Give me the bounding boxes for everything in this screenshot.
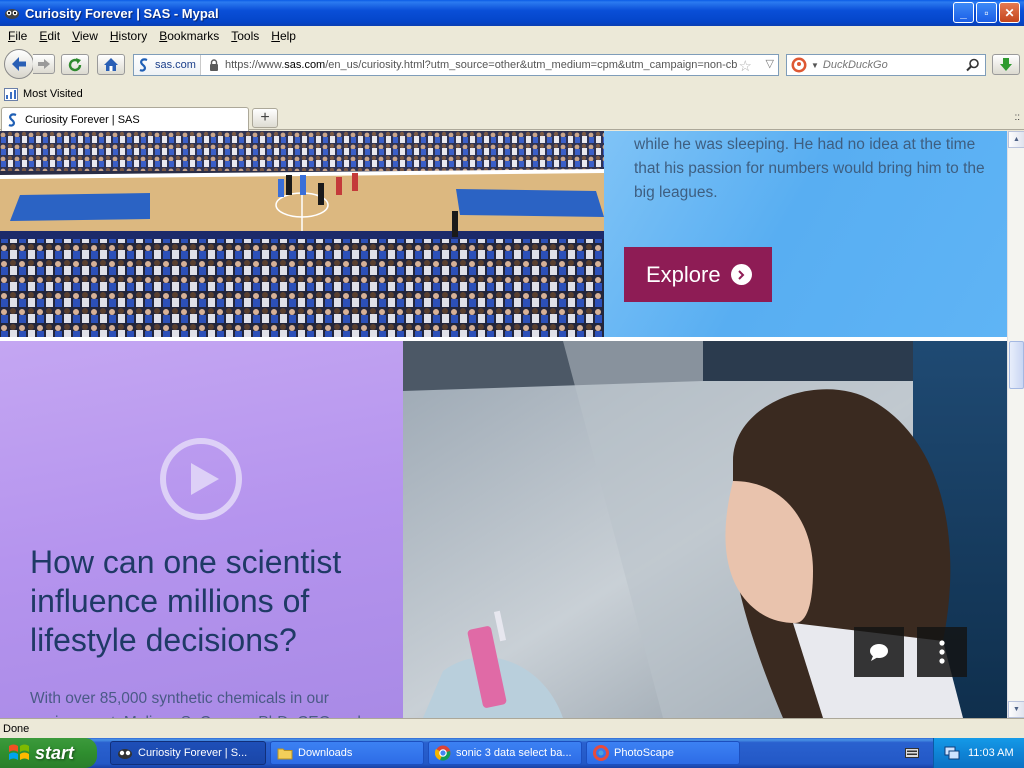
- tab-curiosity-forever[interactable]: Curiosity Forever | SAS: [1, 107, 249, 131]
- back-arrow-icon: [12, 57, 26, 71]
- forward-button[interactable]: [33, 54, 55, 74]
- photoscape-icon: [593, 745, 609, 761]
- minimize-button[interactable]: _: [953, 2, 974, 23]
- search-icon[interactable]: [966, 58, 980, 72]
- folder-icon: [277, 748, 293, 760]
- story-subtext: With over 85,000 synthetic chemicals in …: [30, 690, 361, 718]
- menu-edit[interactable]: Edit: [33, 29, 66, 43]
- search-bar[interactable]: ▼: [786, 54, 986, 76]
- arrow-right-circle-icon: [730, 264, 752, 285]
- more-vertical-icon: [939, 640, 945, 664]
- status-bar: Done: [0, 718, 1024, 738]
- most-visited-label: Most Visited: [23, 88, 83, 100]
- explore-button[interactable]: Explore: [624, 247, 772, 302]
- search-engine-dropdown-icon[interactable]: ▼: [811, 61, 819, 70]
- reload-button[interactable]: [61, 54, 89, 75]
- menu-view[interactable]: View: [66, 29, 104, 43]
- start-label: start: [35, 742, 75, 763]
- story-panel: while he was sleeping. He had no idea at…: [604, 131, 1007, 337]
- new-tab-button[interactable]: +: [252, 108, 278, 128]
- taskbar-item-photoscape[interactable]: PhotoScape: [586, 741, 740, 765]
- status-text: Done: [3, 722, 30, 735]
- play-video-icon[interactable]: [159, 437, 243, 521]
- bookmark-star-icon[interactable]: ☆: [739, 57, 752, 75]
- navigation-toolbar: sas.com https://www.sas.com/en_us/curios…: [0, 46, 1024, 82]
- back-button[interactable]: [4, 49, 34, 79]
- menu-bar: File Edit View History Bookmarks Tools H…: [0, 26, 1024, 46]
- windows-logo-icon: [9, 744, 29, 760]
- bookmarks-toolbar: Most Visited: [0, 84, 1024, 104]
- page-content: while he was sleeping. He had no idea at…: [0, 131, 1007, 718]
- story-headline: How can one scientist influence millions…: [30, 544, 342, 658]
- story-text: while he was sleeping. He had no idea at…: [634, 136, 985, 201]
- basketball-arena-image: [0, 131, 604, 337]
- tab-title: Curiosity Forever | SAS: [25, 113, 140, 126]
- home-icon: [104, 58, 118, 71]
- tab-list-icon[interactable]: ::: [1014, 112, 1020, 123]
- mypal-icon: [118, 749, 132, 759]
- scientist-video-image: [403, 341, 1007, 718]
- menu-help[interactable]: Help: [265, 29, 302, 43]
- tab-strip: Curiosity Forever | SAS + ::: [0, 106, 1024, 131]
- url-dropdown-icon[interactable]: ▽: [766, 57, 774, 70]
- scroll-up-button[interactable]: ▲: [1008, 131, 1024, 148]
- taskbar-item-downloads[interactable]: Downloads: [270, 741, 424, 765]
- more-options-button[interactable]: [917, 627, 967, 677]
- most-visited-bookmark[interactable]: Most Visited: [4, 87, 83, 101]
- forward-arrow-icon: [37, 59, 50, 69]
- reload-icon: [68, 57, 82, 71]
- home-button[interactable]: [97, 54, 125, 75]
- comment-icon: [870, 644, 888, 661]
- scroll-down-button[interactable]: ▼: [1008, 701, 1024, 718]
- search-input[interactable]: [822, 59, 963, 71]
- network-icon[interactable]: [944, 745, 960, 761]
- menu-tools[interactable]: Tools: [225, 29, 265, 43]
- downloads-button[interactable]: [992, 54, 1020, 75]
- most-visited-icon: [4, 87, 18, 101]
- start-button[interactable]: start: [0, 738, 97, 768]
- mypal-app-icon: [5, 9, 19, 19]
- menu-file[interactable]: File: [2, 29, 33, 43]
- taskbar-item-mypal[interactable]: Curiosity Forever | S...: [110, 741, 266, 765]
- keyboard-icon[interactable]: [905, 747, 919, 759]
- scrollbar-thumb[interactable]: [1009, 341, 1024, 389]
- sas-logo-icon: [139, 58, 148, 72]
- vertical-scrollbar[interactable]: ▲ ▼: [1007, 131, 1024, 718]
- site-identity-label: sas.com: [155, 59, 196, 71]
- duckduckgo-icon: [791, 57, 807, 73]
- explore-label: Explore: [646, 261, 721, 287]
- close-button[interactable]: ✕: [999, 2, 1020, 23]
- comment-button[interactable]: [854, 627, 904, 677]
- maximize-button[interactable]: ▫: [976, 2, 997, 23]
- menu-history[interactable]: History: [104, 29, 153, 43]
- sas-favicon-icon: [8, 112, 17, 127]
- url-text[interactable]: https://www.sas.com/en_us/curiosity.html…: [225, 59, 745, 71]
- menu-bookmarks[interactable]: Bookmarks: [153, 29, 225, 43]
- window-title: Curiosity Forever | SAS - Mypal: [25, 5, 219, 21]
- url-bar[interactable]: sas.com https://www.sas.com/en_us/curios…: [133, 54, 779, 76]
- scientist-story-panel: How can one scientist influence millions…: [0, 341, 403, 718]
- chrome-icon: [435, 745, 451, 761]
- taskbar: start Curiosity Forever | S... Downloads…: [0, 738, 1024, 768]
- taskbar-item-chrome[interactable]: sonic 3 data select ba...: [428, 741, 582, 765]
- download-arrow-icon: [1000, 58, 1012, 71]
- clock[interactable]: 11:03 AM: [968, 747, 1014, 759]
- lock-icon: [209, 59, 218, 71]
- window-titlebar: Curiosity Forever | SAS - Mypal _ ▫ ✕: [0, 0, 1024, 26]
- site-identity-button[interactable]: sas.com: [134, 55, 201, 75]
- system-tray: 11:03 AM: [933, 738, 1024, 768]
